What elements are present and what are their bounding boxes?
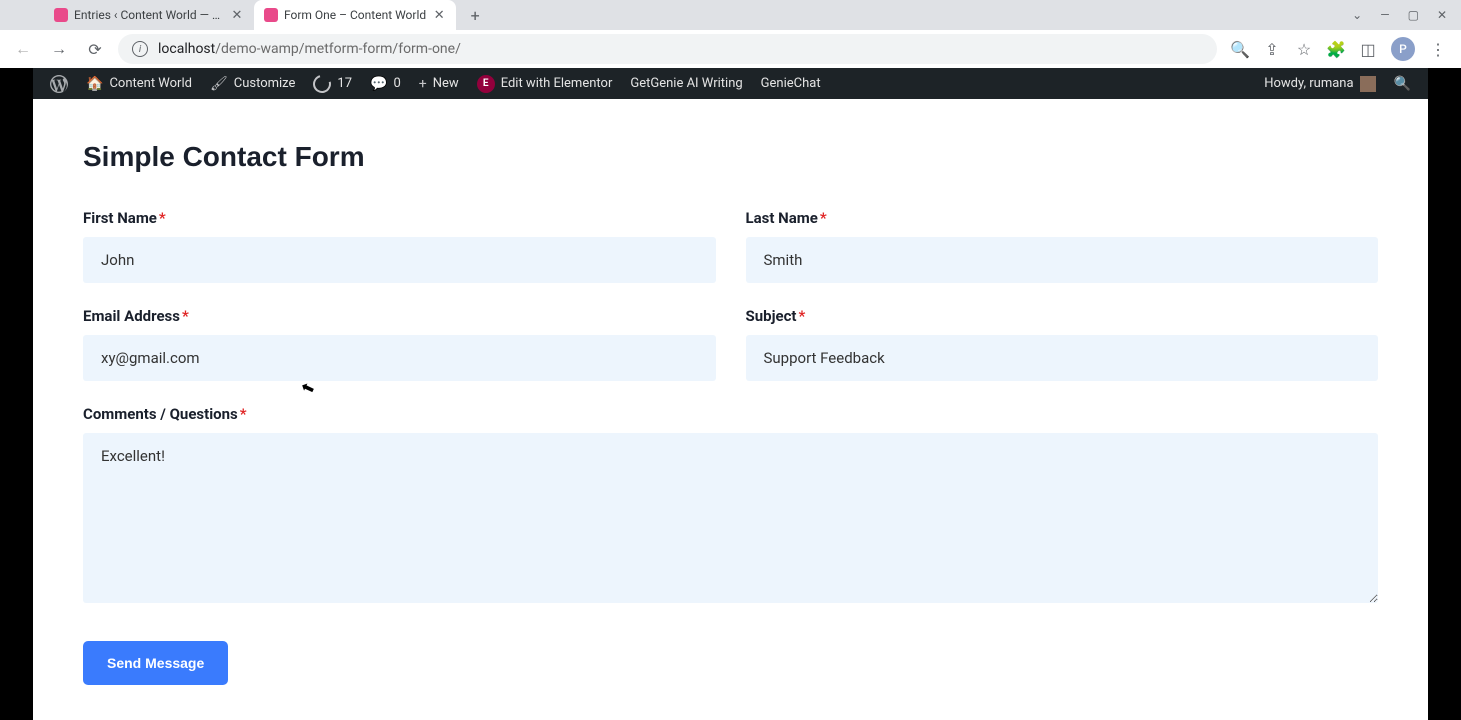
reload-button[interactable]: ⟳ [82, 36, 108, 62]
label-text: Subject [746, 307, 797, 325]
sidepanel-icon[interactable]: ◫ [1359, 40, 1377, 58]
bookmark-icon[interactable]: ☆ [1295, 40, 1313, 58]
wordpress-icon [50, 75, 68, 93]
close-icon[interactable]: ✕ [230, 8, 244, 22]
page-title: Simple Contact Form [83, 141, 1378, 173]
site-name-label: Content World [109, 76, 192, 91]
browser-tab-entries[interactable]: Entries ‹ Content World — WordPress ✕ [44, 0, 254, 30]
refresh-icon [310, 71, 335, 96]
wp-admin-bar: 🏠 Content World 🖌 Customize 17 💬 0 + New… [33, 68, 1428, 99]
chevron-down-icon[interactable]: ⌄ [1352, 8, 1362, 22]
tab-title: Entries ‹ Content World — WordPress [74, 8, 224, 22]
first-name-label: First Name* [83, 209, 716, 227]
page-content: Simple Contact Form First Name* Last Nam… [33, 99, 1428, 715]
site-info-icon[interactable]: i [132, 41, 148, 57]
edit-elementor-label: Edit with Elementor [501, 76, 613, 91]
label-text: Last Name [746, 209, 818, 227]
wordpress-favicon [54, 8, 68, 22]
email-label: Email Address* [83, 307, 716, 325]
forward-button[interactable]: → [46, 36, 72, 62]
wp-logo[interactable] [41, 68, 77, 99]
comments-field-group: Comments / Questions* [83, 405, 1378, 603]
browser-tab-form-one[interactable]: Form One – Content World ✕ [254, 0, 456, 30]
send-message-button[interactable]: Send Message [83, 641, 228, 685]
tab-title: Form One – Content World [284, 8, 426, 22]
close-icon[interactable]: ✕ [432, 8, 446, 22]
extensions-icon[interactable]: 🧩 [1327, 40, 1345, 58]
subject-input[interactable] [746, 335, 1379, 381]
comments-textarea[interactable] [83, 433, 1378, 603]
subject-label: Subject* [746, 307, 1379, 325]
elementor-icon: E [477, 75, 495, 93]
email-field-group: Email Address* [83, 307, 716, 381]
first-name-field-group: First Name* [83, 209, 716, 283]
brush-icon: 🖌 [210, 76, 228, 92]
customize-label: Customize [234, 76, 296, 91]
address-bar: ← → ⟳ i localhost/demo-wamp/metform-form… [0, 30, 1461, 68]
label-text: Comments / Questions [83, 405, 238, 423]
geniechat-label: GenieChat [761, 76, 821, 91]
home-icon: 🏠 [86, 76, 103, 92]
url-input[interactable]: i localhost/demo-wamp/metform-form/form-… [118, 34, 1217, 64]
greeting-text: Howdy, rumana [1264, 76, 1353, 91]
required-star: * [820, 209, 827, 227]
tab-strip: Entries ‹ Content World — WordPress ✕ Fo… [0, 0, 1461, 30]
new-label: New [433, 76, 459, 91]
getgenie-link[interactable]: GetGenie AI Writing [621, 68, 751, 99]
required-star: * [240, 405, 247, 423]
kebab-menu-icon[interactable]: ⋮ [1429, 40, 1447, 58]
new-link[interactable]: + New [410, 68, 468, 99]
edit-elementor-link[interactable]: E Edit with Elementor [468, 68, 622, 99]
last-name-label: Last Name* [746, 209, 1379, 227]
zoom-icon[interactable]: 🔍 [1231, 40, 1249, 58]
geniechat-link[interactable]: GenieChat [752, 68, 830, 99]
avatar [1360, 76, 1376, 92]
email-input[interactable] [83, 335, 716, 381]
customize-link[interactable]: 🖌 Customize [201, 68, 304, 99]
comments-label: Comments / Questions* [83, 405, 1378, 423]
plus-icon: + [419, 76, 427, 92]
minimize-icon[interactable]: — [1380, 8, 1389, 22]
wordpress-favicon [264, 8, 278, 22]
first-name-input[interactable] [83, 237, 716, 283]
site-name-link[interactable]: 🏠 Content World [77, 68, 201, 99]
user-greeting[interactable]: Howdy, rumana [1255, 68, 1384, 99]
subject-field-group: Subject* [746, 307, 1379, 381]
required-star: * [798, 307, 805, 325]
updates-link[interactable]: 17 [304, 68, 361, 99]
new-tab-button[interactable]: + [462, 2, 488, 28]
url-text: localhost/demo-wamp/metform-form/form-on… [158, 41, 461, 57]
comment-icon: 💬 [370, 76, 387, 92]
close-window-icon[interactable]: ✕ [1437, 8, 1447, 22]
required-star: * [182, 307, 189, 325]
maximize-icon[interactable]: ▢ [1408, 8, 1419, 22]
url-host: localhost [158, 41, 215, 57]
url-path: /demo-wamp/metform-form/form-one/ [215, 41, 461, 57]
label-text: Email Address [83, 307, 180, 325]
profile-avatar[interactable]: P [1391, 37, 1415, 61]
search-icon: 🔍 [1394, 76, 1411, 92]
getgenie-label: GetGenie AI Writing [630, 76, 742, 91]
last-name-field-group: Last Name* [746, 209, 1379, 283]
label-text: First Name [83, 209, 157, 227]
comments-count: 0 [393, 76, 400, 91]
last-name-input[interactable] [746, 237, 1379, 283]
search-toggle[interactable]: 🔍 [1385, 68, 1420, 99]
share-icon[interactable]: ⇪ [1263, 40, 1281, 58]
required-star: * [159, 209, 166, 227]
comments-link[interactable]: 💬 0 [361, 68, 410, 99]
back-button[interactable]: ← [10, 36, 36, 62]
updates-count: 17 [337, 76, 352, 91]
